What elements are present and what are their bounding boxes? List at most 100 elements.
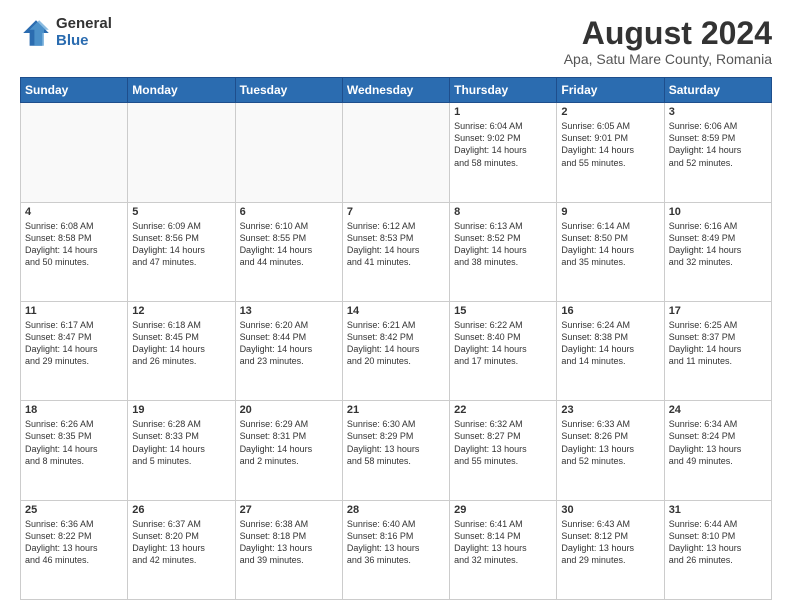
- day-number: 19: [132, 404, 230, 416]
- day-info: Sunrise: 6:06 AM Sunset: 8:59 PM Dayligh…: [669, 120, 767, 169]
- day-info: Sunrise: 6:38 AM Sunset: 8:18 PM Dayligh…: [240, 518, 338, 567]
- day-number: 1: [454, 106, 552, 118]
- table-cell: 21Sunrise: 6:30 AM Sunset: 8:29 PM Dayli…: [342, 401, 449, 500]
- table-cell: 20Sunrise: 6:29 AM Sunset: 8:31 PM Dayli…: [235, 401, 342, 500]
- day-number: 9: [561, 206, 659, 218]
- day-number: 30: [561, 504, 659, 516]
- day-info: Sunrise: 6:24 AM Sunset: 8:38 PM Dayligh…: [561, 319, 659, 368]
- day-number: 25: [25, 504, 123, 516]
- day-info: Sunrise: 6:16 AM Sunset: 8:49 PM Dayligh…: [669, 220, 767, 269]
- day-info: Sunrise: 6:43 AM Sunset: 8:12 PM Dayligh…: [561, 518, 659, 567]
- day-info: Sunrise: 6:33 AM Sunset: 8:26 PM Dayligh…: [561, 418, 659, 467]
- logo: General Blue: [20, 16, 112, 49]
- table-cell: 4 Sunrise: 6:08 AM Sunset: 8:58 PM Daylig…: [21, 202, 128, 301]
- week-row-2: 4 Sunrise: 6:08 AM Sunset: 8:58 PM Daylig…: [21, 202, 772, 301]
- table-cell: 12 Sunrise: 6:18 AM Sunset: 8:45 PM Dayli…: [128, 301, 235, 400]
- subtitle: Apa, Satu Mare County, Romania: [564, 51, 772, 67]
- logo-general-text: General: [56, 16, 112, 33]
- day-info: Sunrise: 6:10 AM Sunset: 8:55 PM Dayligh…: [240, 220, 338, 269]
- table-cell: [21, 103, 128, 202]
- logo-icon: [20, 17, 52, 49]
- table-cell: 5 Sunrise: 6:09 AM Sunset: 8:56 PM Daylig…: [128, 202, 235, 301]
- day-number: 3: [669, 106, 767, 118]
- day-number: 5: [132, 206, 230, 218]
- day-number: 2: [561, 106, 659, 118]
- table-cell: 16 Sunrise: 6:24 AM Sunset: 8:38 PM Dayli…: [557, 301, 664, 400]
- main-title: August 2024: [564, 16, 772, 51]
- table-cell: 13 Sunrise: 6:20 AM Sunset: 8:44 PM Dayli…: [235, 301, 342, 400]
- table-cell: [128, 103, 235, 202]
- day-info: Sunrise: 6:36 AM Sunset: 8:22 PM Dayligh…: [25, 518, 123, 567]
- day-info: Sunrise: 6:25 AM Sunset: 8:37 PM Dayligh…: [669, 319, 767, 368]
- day-info: Sunrise: 6:37 AM Sunset: 8:20 PM Dayligh…: [132, 518, 230, 567]
- day-info: Sunrise: 6:08 AM Sunset: 8:58 PM Dayligh…: [25, 220, 123, 269]
- table-cell: 24 Sunrise: 6:34 AM Sunset: 8:24 PM Dayli…: [664, 401, 771, 500]
- table-cell: 2 Sunrise: 6:05 AM Sunset: 9:01 PM Daylig…: [557, 103, 664, 202]
- table-cell: [342, 103, 449, 202]
- table-cell: 11 Sunrise: 6:17 AM Sunset: 8:47 PM Dayli…: [21, 301, 128, 400]
- table-cell: 28 Sunrise: 6:40 AM Sunset: 8:16 PM Dayli…: [342, 500, 449, 599]
- table-cell: 26Sunrise: 6:37 AM Sunset: 8:20 PM Dayli…: [128, 500, 235, 599]
- day-number: 12: [132, 305, 230, 317]
- col-tuesday: Tuesday: [235, 78, 342, 103]
- title-block: August 2024 Apa, Satu Mare County, Roman…: [564, 16, 772, 67]
- calendar-table: Sunday Monday Tuesday Wednesday Thursday…: [20, 77, 772, 600]
- day-number: 24: [669, 404, 767, 416]
- day-number: 15: [454, 305, 552, 317]
- day-number: 11: [25, 305, 123, 317]
- day-number: 13: [240, 305, 338, 317]
- day-info: Sunrise: 6:18 AM Sunset: 8:45 PM Dayligh…: [132, 319, 230, 368]
- table-cell: 9Sunrise: 6:14 AM Sunset: 8:50 PM Daylig…: [557, 202, 664, 301]
- table-cell: 15 Sunrise: 6:22 AM Sunset: 8:40 PM Dayli…: [450, 301, 557, 400]
- table-cell: 14Sunrise: 6:21 AM Sunset: 8:42 PM Dayli…: [342, 301, 449, 400]
- table-cell: 19Sunrise: 6:28 AM Sunset: 8:33 PM Dayli…: [128, 401, 235, 500]
- col-wednesday: Wednesday: [342, 78, 449, 103]
- table-cell: 3 Sunrise: 6:06 AM Sunset: 8:59 PM Daylig…: [664, 103, 771, 202]
- day-number: 31: [669, 504, 767, 516]
- day-number: 4: [25, 206, 123, 218]
- col-thursday: Thursday: [450, 78, 557, 103]
- logo-text: General Blue: [56, 16, 112, 49]
- day-info: Sunrise: 6:40 AM Sunset: 8:16 PM Dayligh…: [347, 518, 445, 567]
- day-info: Sunrise: 6:13 AM Sunset: 8:52 PM Dayligh…: [454, 220, 552, 269]
- table-cell: 17Sunrise: 6:25 AM Sunset: 8:37 PM Dayli…: [664, 301, 771, 400]
- table-cell: 1 Sunrise: 6:04 AM Sunset: 9:02 PM Daylig…: [450, 103, 557, 202]
- day-info: Sunrise: 6:04 AM Sunset: 9:02 PM Dayligh…: [454, 120, 552, 169]
- day-number: 27: [240, 504, 338, 516]
- table-cell: 27 Sunrise: 6:38 AM Sunset: 8:18 PM Dayli…: [235, 500, 342, 599]
- table-cell: [235, 103, 342, 202]
- week-row-1: 1 Sunrise: 6:04 AM Sunset: 9:02 PM Daylig…: [21, 103, 772, 202]
- day-info: Sunrise: 6:20 AM Sunset: 8:44 PM Dayligh…: [240, 319, 338, 368]
- table-cell: 6 Sunrise: 6:10 AM Sunset: 8:55 PM Daylig…: [235, 202, 342, 301]
- day-info: Sunrise: 6:34 AM Sunset: 8:24 PM Dayligh…: [669, 418, 767, 467]
- page: General Blue August 2024 Apa, Satu Mare …: [0, 0, 792, 612]
- day-number: 29: [454, 504, 552, 516]
- day-number: 23: [561, 404, 659, 416]
- day-number: 18: [25, 404, 123, 416]
- table-cell: 18Sunrise: 6:26 AM Sunset: 8:35 PM Dayli…: [21, 401, 128, 500]
- day-info: Sunrise: 6:41 AM Sunset: 8:14 PM Dayligh…: [454, 518, 552, 567]
- table-cell: 25 Sunrise: 6:36 AM Sunset: 8:22 PM Dayli…: [21, 500, 128, 599]
- table-cell: 8Sunrise: 6:13 AM Sunset: 8:52 PM Daylig…: [450, 202, 557, 301]
- table-cell: 31 Sunrise: 6:44 AM Sunset: 8:10 PM Dayli…: [664, 500, 771, 599]
- table-cell: 10Sunrise: 6:16 AM Sunset: 8:49 PM Dayli…: [664, 202, 771, 301]
- day-info: Sunrise: 6:17 AM Sunset: 8:47 PM Dayligh…: [25, 319, 123, 368]
- day-info: Sunrise: 6:12 AM Sunset: 8:53 PM Dayligh…: [347, 220, 445, 269]
- day-info: Sunrise: 6:29 AM Sunset: 8:31 PM Dayligh…: [240, 418, 338, 467]
- day-number: 16: [561, 305, 659, 317]
- day-number: 7: [347, 206, 445, 218]
- day-info: Sunrise: 6:44 AM Sunset: 8:10 PM Dayligh…: [669, 518, 767, 567]
- table-cell: 22Sunrise: 6:32 AM Sunset: 8:27 PM Dayli…: [450, 401, 557, 500]
- week-row-5: 25 Sunrise: 6:36 AM Sunset: 8:22 PM Dayli…: [21, 500, 772, 599]
- col-sunday: Sunday: [21, 78, 128, 103]
- col-saturday: Saturday: [664, 78, 771, 103]
- day-info: Sunrise: 6:22 AM Sunset: 8:40 PM Dayligh…: [454, 319, 552, 368]
- table-cell: 30 Sunrise: 6:43 AM Sunset: 8:12 PM Dayli…: [557, 500, 664, 599]
- day-number: 14: [347, 305, 445, 317]
- week-row-4: 18Sunrise: 6:26 AM Sunset: 8:35 PM Dayli…: [21, 401, 772, 500]
- table-cell: 23 Sunrise: 6:33 AM Sunset: 8:26 PM Dayli…: [557, 401, 664, 500]
- day-info: Sunrise: 6:09 AM Sunset: 8:56 PM Dayligh…: [132, 220, 230, 269]
- day-info: Sunrise: 6:05 AM Sunset: 9:01 PM Dayligh…: [561, 120, 659, 169]
- day-number: 28: [347, 504, 445, 516]
- day-number: 6: [240, 206, 338, 218]
